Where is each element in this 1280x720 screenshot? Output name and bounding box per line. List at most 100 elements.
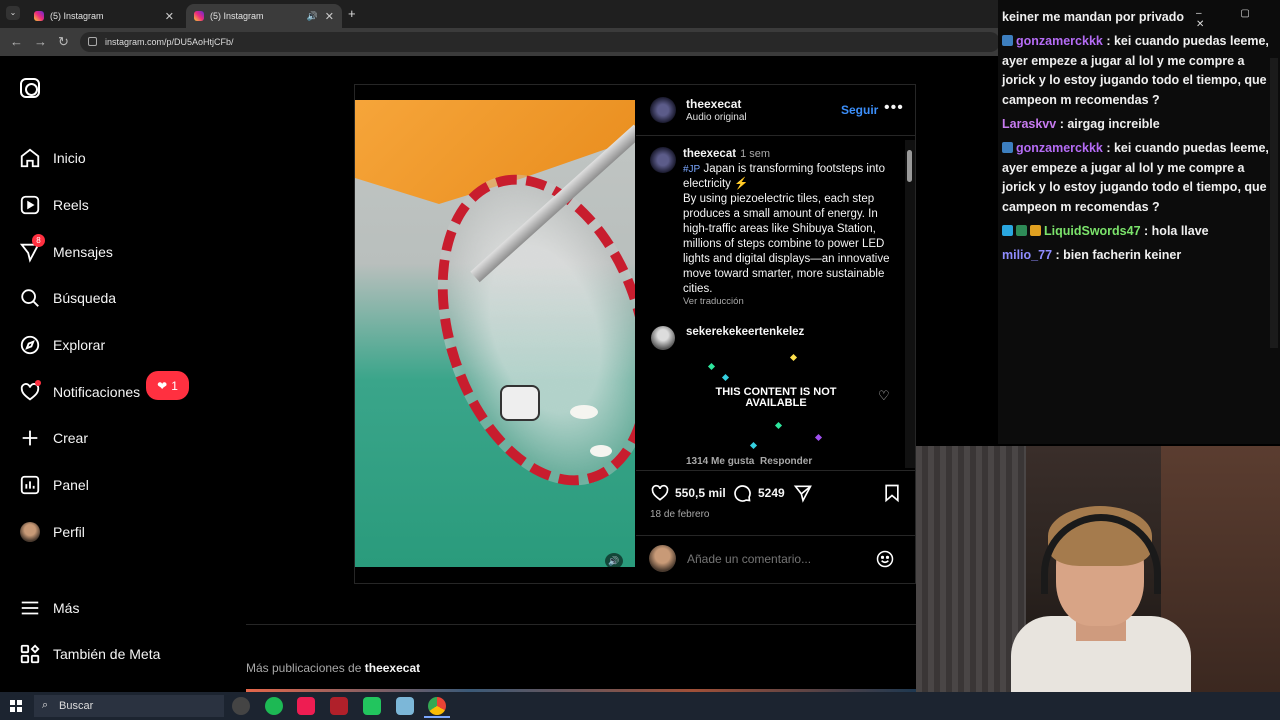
post-caption: theexecat 1 sem #JP Japan is transforming… [683, 147, 898, 297]
comment-input[interactable] [687, 552, 867, 566]
sidebar-item-busqueda[interactable]: Búsqueda [18, 283, 208, 313]
like-icon[interactable] [650, 483, 670, 503]
more-options-icon[interactable]: ••• [884, 99, 904, 117]
comment-likes[interactable]: 1314 Me gusta [686, 456, 754, 467]
confetti-shape [707, 362, 716, 371]
chat-badge-icon [1030, 225, 1041, 236]
caption-avatar[interactable] [650, 147, 676, 173]
confetti-shape [774, 421, 783, 430]
more-posts-heading: Más publicaciones de theexecat [246, 661, 420, 675]
webcam-feed [916, 446, 1280, 692]
chat-badge-icon [1002, 142, 1013, 153]
translate-link[interactable]: Ver traducción [683, 296, 744, 307]
sidebar-item-label: Inicio [53, 150, 86, 166]
forward-icon[interactable]: → [34, 34, 47, 49]
sidebar-item-label: Perfil [53, 524, 85, 540]
comment-user[interactable]: sekerekekeertenkelez [686, 326, 804, 338]
post-audio[interactable]: Audio original [686, 112, 747, 123]
close-tab-icon[interactable]: ✕ [325, 10, 334, 23]
browser-tab-1[interactable]: (5) Instagram ✕ [26, 4, 182, 28]
confetti-shape [814, 433, 823, 442]
comment-like-icon[interactable]: ♡ [878, 388, 890, 404]
taskbar-search-label: Buscar [59, 700, 94, 712]
kick-icon[interactable] [363, 697, 381, 715]
obs-icon[interactable] [232, 697, 250, 715]
post-video[interactable] [355, 100, 635, 567]
chat-username[interactable]: gonzamerckkk [1016, 34, 1103, 48]
sidebar-item-explorar[interactable]: Explorar [18, 330, 208, 360]
close-tab-icon[interactable]: ✕ [165, 10, 174, 23]
comment-count[interactable]: 5249 [758, 486, 785, 500]
sidebar-item-label: Reels [53, 197, 89, 213]
chat-username[interactable]: milio_77 [1002, 248, 1052, 262]
sidebar-item-perfil[interactable]: Perfil [18, 517, 208, 547]
author-avatar[interactable] [650, 97, 676, 123]
chrome-icon[interactable] [428, 697, 446, 715]
sidebar-item-mensajes[interactable]: 8 Mensajes [18, 234, 208, 267]
post-date: 18 de febrero [650, 509, 710, 520]
bookmark-icon[interactable] [882, 483, 902, 503]
divider [246, 624, 916, 625]
notification-count-pill[interactable]: ❤ 1 [146, 371, 189, 400]
caption-text-2: By using piezoelectric tiles, each step … [683, 193, 890, 295]
my-avatar [649, 545, 676, 572]
sidebar-item-panel[interactable]: Panel [18, 470, 208, 500]
taskbar-search[interactable]: ⌕ Buscar [34, 695, 224, 717]
follow-button[interactable]: Seguir [841, 103, 878, 117]
reload-icon[interactable]: ↻ [58, 34, 69, 50]
new-tab-button[interactable]: + [348, 6, 356, 21]
tab-list-button[interactable]: ⌄ [6, 6, 20, 20]
like-count[interactable]: 550,5 mil [675, 486, 726, 500]
chat-message: keiner me mandan por privado [1002, 8, 1276, 28]
chat-message: LiquidSwords47 : hola llave [1002, 222, 1276, 242]
confetti-shape [721, 373, 730, 382]
sidebar-item-inicio[interactable]: Inicio [18, 143, 208, 173]
caption-hashtag[interactable]: #JP [683, 164, 700, 175]
reply-button[interactable]: Responder [760, 456, 812, 467]
caption-author[interactable]: theexecat [683, 148, 736, 160]
spotify-icon[interactable] [265, 697, 283, 715]
tab-title: (5) Instagram [50, 11, 104, 21]
sidebar-item-meta[interactable]: También de Meta [18, 639, 208, 669]
post-author[interactable]: theexecat [686, 97, 741, 111]
tiktok-icon[interactable] [297, 697, 315, 715]
sidebar-item-mas[interactable]: Más [18, 593, 208, 623]
confetti-shape [749, 441, 758, 450]
divider [636, 535, 916, 536]
chat-username[interactable]: LiquidSwords47 [1044, 224, 1141, 238]
chat-username[interactable]: gonzamerckkk [1016, 141, 1103, 155]
volume-icon[interactable]: 🔊 [605, 553, 623, 569]
windows-start-icon[interactable] [10, 700, 22, 712]
notepad-icon[interactable] [396, 697, 414, 715]
sidebar-item-crear[interactable]: Crear [18, 423, 208, 453]
plus-icon [18, 426, 42, 450]
caption-text-1: Japan is transforming footsteps into ele… [683, 163, 885, 190]
tab-audio-icon[interactable]: 🔊 [307, 11, 318, 22]
chat-text: : hola llave [1144, 224, 1209, 238]
divider [636, 135, 916, 136]
share-icon[interactable] [793, 483, 813, 503]
app-icon[interactable] [330, 697, 348, 715]
sidebar-item-reels[interactable]: Reels [18, 190, 208, 220]
chat-username[interactable]: Laraskvv [1002, 117, 1056, 131]
instagram-logo-icon[interactable] [20, 78, 40, 98]
video-scene-blob [590, 445, 612, 457]
address-bar[interactable]: instagram.com/p/DU5AoHtjCFb/ [80, 32, 1000, 52]
comment-icon[interactable] [732, 483, 752, 503]
chat-message: Laraskvv : airgag increible [1002, 115, 1276, 135]
comment-avatar[interactable] [651, 326, 675, 350]
home-icon [18, 146, 42, 170]
chat-badge-icon [1002, 225, 1013, 236]
back-icon[interactable]: ← [10, 34, 23, 49]
comments-scrollbar[interactable] [905, 140, 915, 468]
chat-badge-icon [1002, 35, 1013, 46]
notification-dot [35, 380, 41, 386]
url-text: instagram.com/p/DU5AoHtjCFb/ [105, 37, 234, 47]
scrollbar-thumb[interactable] [907, 150, 912, 182]
site-info-icon[interactable] [88, 37, 97, 46]
more-posts-user[interactable]: theexecat [365, 661, 420, 675]
menu-icon [18, 596, 42, 620]
browser-tab-2[interactable]: (5) Instagram 🔊 ✕ [186, 4, 342, 28]
emoji-icon[interactable] [875, 549, 895, 569]
search-icon: ⌕ [42, 699, 49, 711]
